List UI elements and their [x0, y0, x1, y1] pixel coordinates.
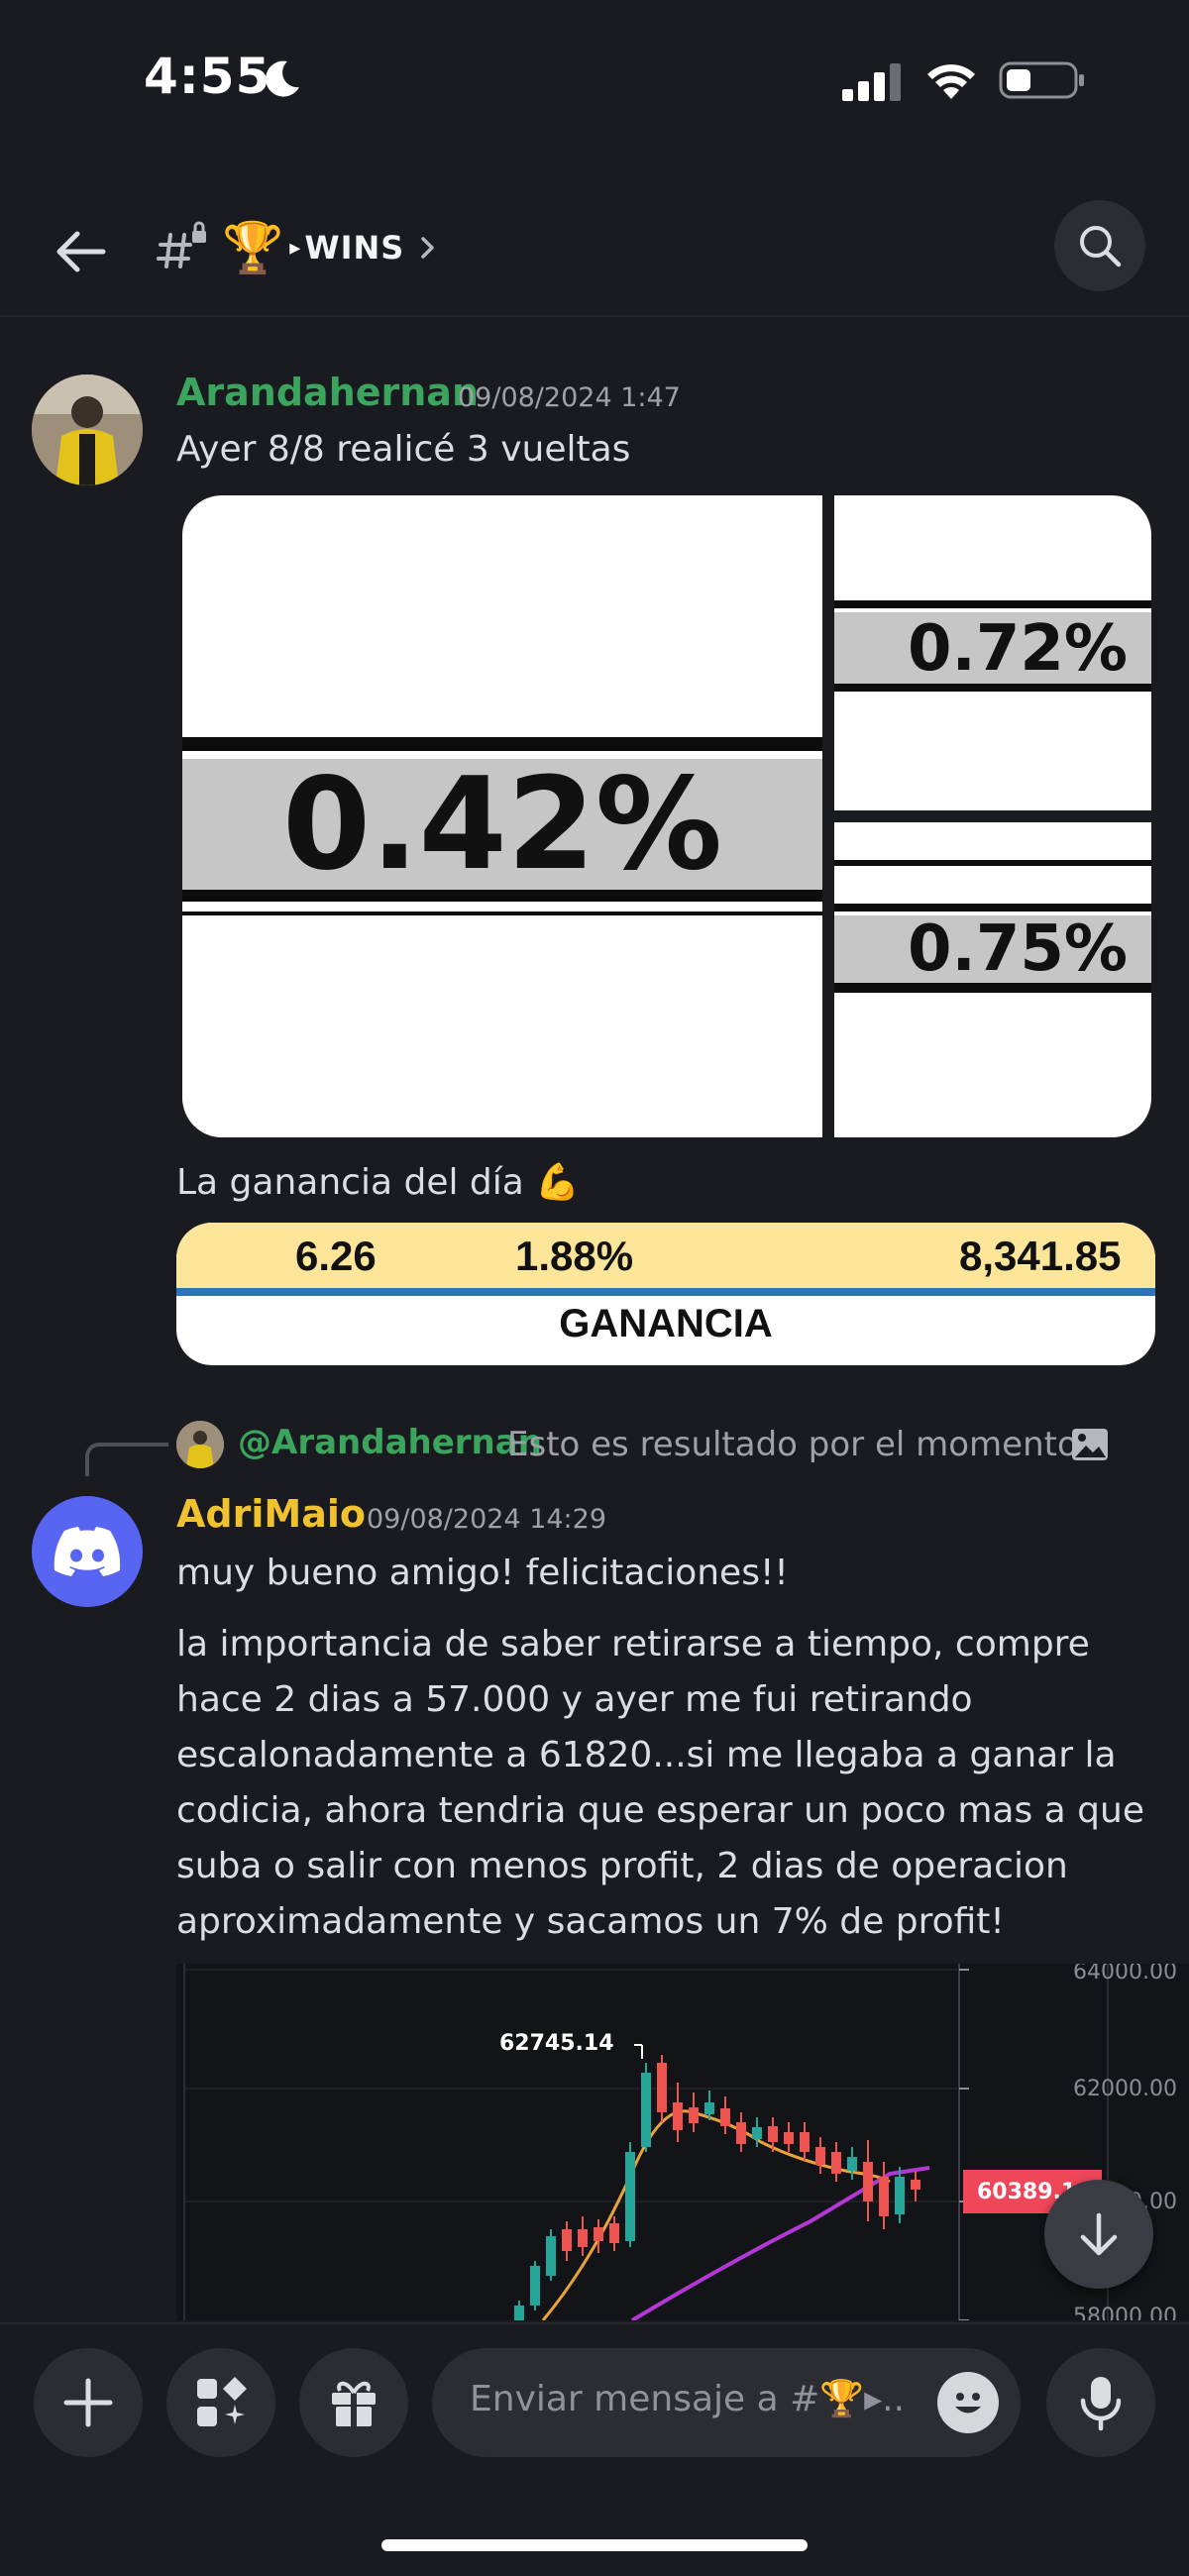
battery-icon [999, 61, 1084, 99]
gift-icon [332, 2381, 376, 2426]
message-text: Ayer 8/8 realicé 3 vueltas [176, 429, 631, 470]
reply-mention[interactable]: @Arandahernan [238, 1423, 542, 1462]
voice-message-button[interactable] [1046, 2348, 1155, 2457]
message-text-line: aproximadamente y sacamos un 7% de profi… [176, 1901, 1005, 1942]
avatar-adrimaio[interactable] [32, 1496, 143, 1607]
image-attachment-percentages[interactable]: 0.42% 0.72% 0.75% [182, 495, 1151, 1137]
chart-price-label: 62000.00 [1073, 2077, 1177, 2101]
discord-logo-icon [54, 1527, 121, 1576]
status-bar: 4:55 [0, 0, 1189, 159]
channel-title[interactable]: 🏆 ▸ WINS [157, 208, 438, 287]
percent-panel-top-right: 0.72% [834, 495, 1151, 810]
candlestick-chart-image [183, 1964, 1109, 2320]
percent-panel-bottom-right: 0.75% [834, 822, 1151, 1137]
gain-value: 1.88% [515, 1233, 634, 1279]
search-icon [1080, 226, 1122, 268]
message-text-line: suba o salir con menos profit, 2 dias de… [176, 1846, 1068, 1886]
avatar-arandahernan[interactable] [32, 375, 143, 485]
message-author[interactable]: Arandahernan [176, 371, 479, 414]
add-attachment-button[interactable] [34, 2348, 143, 2457]
divider-line [834, 860, 1151, 866]
message-text: La ganancia del día 💪 [176, 1162, 581, 1203]
apps-icon [197, 2377, 247, 2426]
message-text-line: la importancia de saber retirarse a tiem… [176, 1624, 1090, 1664]
message-timestamp: 09/08/2024 1:47 [458, 382, 681, 413]
cellular-signal-icon [842, 63, 901, 101]
gain-values-row: 6.26 1.88% 8,341.85 [176, 1223, 1155, 1288]
percent-value: 0.75% [834, 912, 1151, 986]
gain-label: GANANCIA [559, 1302, 773, 1345]
trophy-emoji: 🏆 [222, 219, 284, 276]
message-author[interactable]: AdriMaio [176, 1492, 366, 1536]
message-timestamp: 09/08/2024 14:29 [367, 1504, 607, 1535]
image-attachment-ganancia[interactable]: 6.26 1.88% 8,341.85 GANANCIA [176, 1223, 1155, 1365]
reply-connector [85, 1443, 168, 1476]
user-photo-icon [32, 375, 143, 485]
smiley-icon [942, 2377, 994, 2428]
arrow-down-icon [1080, 2212, 1118, 2256]
divider-line [834, 904, 1151, 912]
chevron-right-icon [421, 237, 435, 259]
gain-divider [176, 1288, 1155, 1296]
microphone-icon [1080, 2377, 1122, 2431]
chart-peak-label: 62745.14 [499, 2031, 614, 2056]
divider-line [182, 890, 822, 902]
divider-line [834, 983, 1151, 993]
divider-line [834, 684, 1151, 692]
plus-icon [63, 2378, 113, 2427]
image-attachment-price-chart[interactable]: 62745.14 64000.00 62000.00 60000.00 5800… [176, 1964, 1189, 2320]
home-indicator[interactable] [381, 2539, 808, 2551]
locked-channel-hash-icon [157, 221, 206, 268]
message-text-line: hace 2 dias a 57.000 y ayer me fui retir… [176, 1679, 973, 1720]
gain-value: 6.26 [295, 1233, 377, 1279]
message-text: muy bueno amigo! felicitaciones!! [176, 1553, 789, 1593]
percent-value: 0.72% [834, 612, 1151, 686]
back-button[interactable] [40, 212, 119, 291]
divider-line [182, 737, 822, 751]
image-icon [1072, 1429, 1108, 1460]
apps-button[interactable] [166, 2348, 275, 2457]
chart-price-label: 58000.00 [1073, 2305, 1177, 2320]
channel-name: WINS [304, 229, 405, 267]
moon-icon [266, 60, 299, 97]
channel-header: 🏆 ▸ WINS [0, 188, 1189, 317]
back-arrow-icon [56, 231, 106, 272]
reply-preview-text[interactable]: Esto es resultado por el momento [507, 1425, 1078, 1464]
percent-panel-main: 0.42% [182, 495, 822, 1137]
message-composer: Enviar mensaje a #🏆▸... [0, 2322, 1189, 2576]
reply-avatar [176, 1421, 224, 1468]
message-text-line: escalonadamente a 61820...si me llegaba … [176, 1735, 1117, 1775]
status-time: 4:55 [144, 48, 271, 105]
percent-value: 0.42% [182, 751, 822, 899]
jump-to-latest-button[interactable] [1044, 2180, 1153, 2289]
emoji-button[interactable] [937, 2372, 999, 2433]
divider-line [834, 600, 1151, 608]
chart-price-label: 64000.00 [1073, 1964, 1177, 1985]
gain-value: 8,341.85 [959, 1233, 1122, 1279]
user-photo-icon [176, 1421, 224, 1468]
wifi-icon [927, 64, 975, 99]
app-root: 4:55 🏆 ▸ WINS Arandahernan 09/08/2024 1:… [0, 0, 1189, 2576]
divider-line [182, 912, 822, 915]
message-input-placeholder: Enviar mensaje a #🏆▸... [470, 2379, 906, 2419]
message-text-line: codicia, ahora tendria que esperar un po… [176, 1790, 1144, 1831]
channel-arrow-glyph: ▸ [289, 235, 301, 261]
message-input[interactable]: Enviar mensaje a #🏆▸... [432, 2348, 1021, 2457]
gift-button[interactable] [299, 2348, 408, 2457]
search-button[interactable] [1054, 200, 1145, 291]
